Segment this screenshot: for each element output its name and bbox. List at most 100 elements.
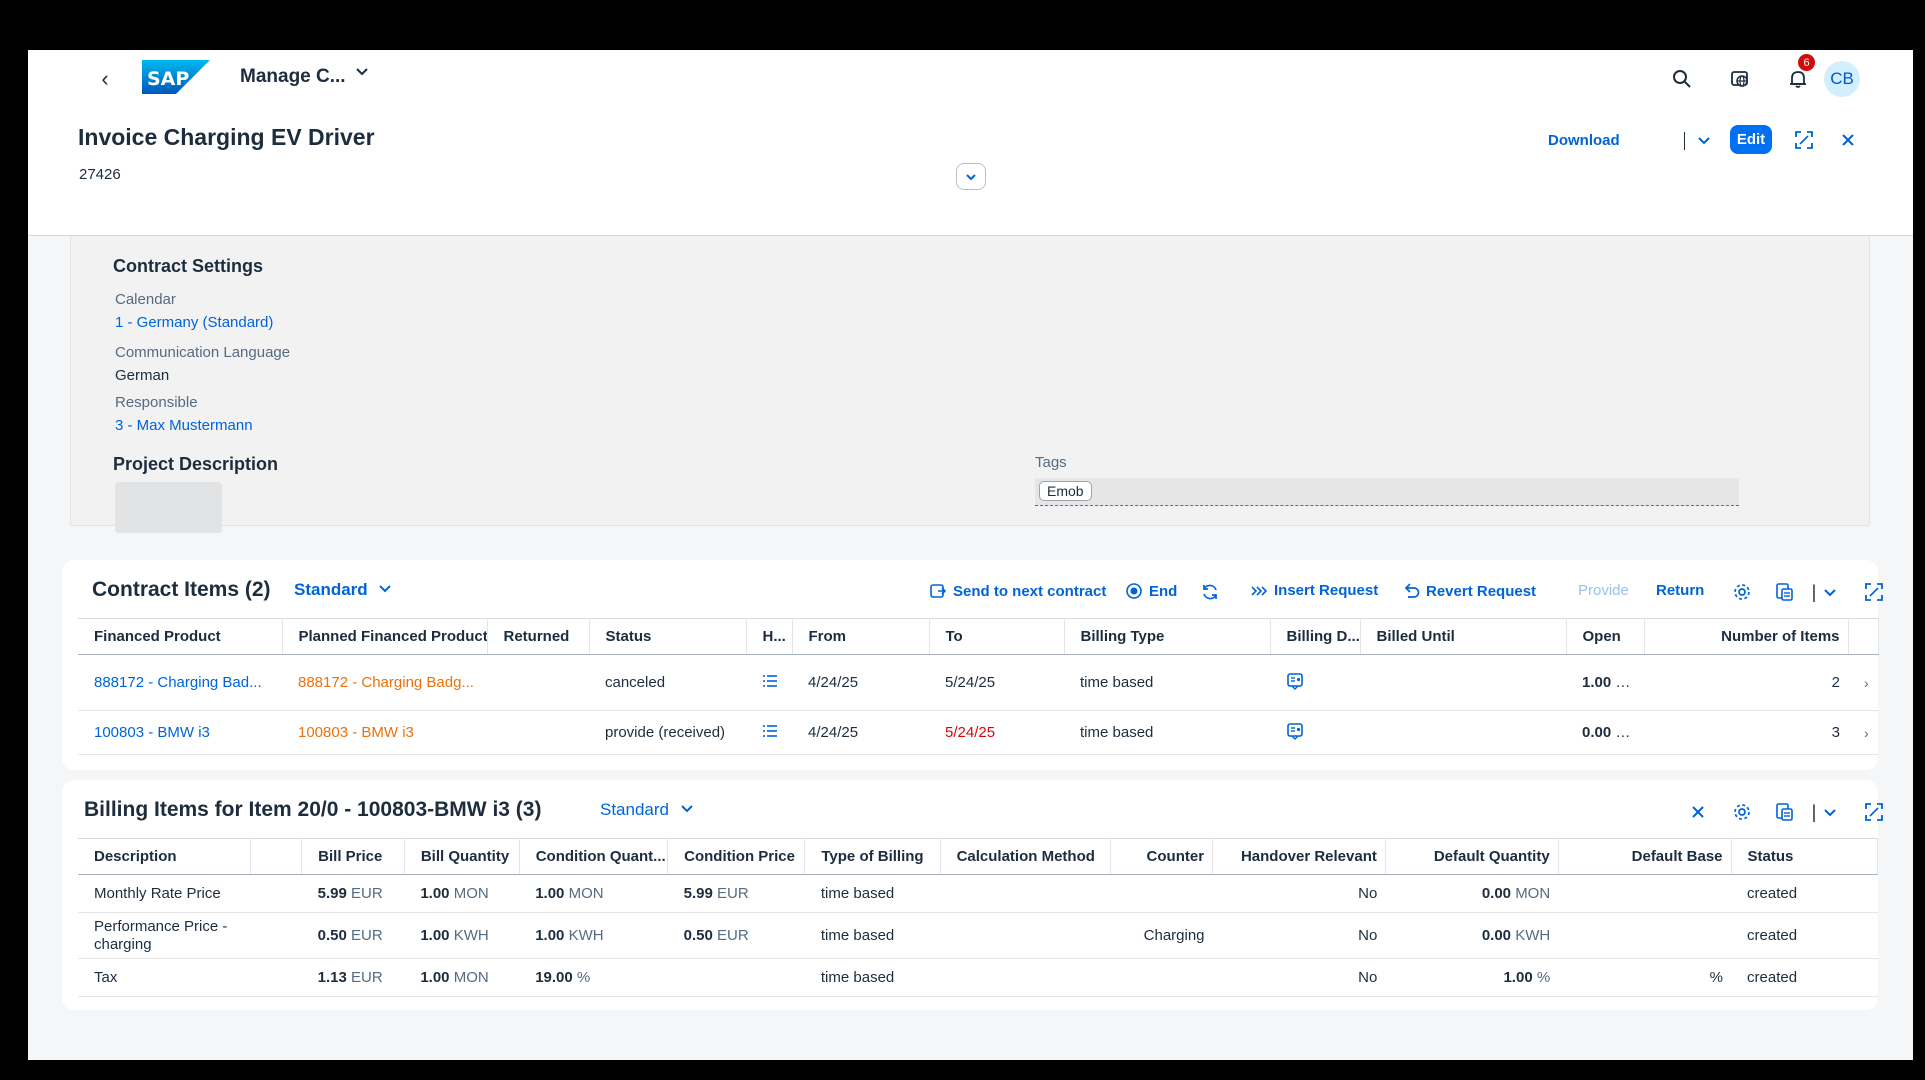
tag-token[interactable]: Emob bbox=[1039, 481, 1092, 501]
default-quantity-unit: % bbox=[1536, 969, 1551, 986]
from-cell: 4/24/25 bbox=[792, 654, 929, 711]
column-header[interactable]: Counter bbox=[1110, 838, 1214, 875]
send-to-next-contract-button[interactable]: Send to next contract bbox=[929, 582, 1106, 600]
column-header[interactable]: Type of Billing bbox=[804, 838, 941, 875]
app-title-chevron-down-icon[interactable] bbox=[355, 64, 369, 83]
app-title[interactable]: Manage C... bbox=[240, 66, 346, 88]
handover-relevant-cell: No bbox=[1212, 874, 1386, 913]
column-header[interactable]: Planned Financed Product bbox=[282, 618, 488, 655]
close-icon[interactable] bbox=[1686, 800, 1710, 824]
header-collapse-button[interactable] bbox=[956, 163, 986, 190]
list-icon[interactable] bbox=[746, 710, 792, 755]
list-icon[interactable] bbox=[746, 654, 792, 711]
chevron-right-icon[interactable]: › bbox=[1848, 710, 1878, 755]
empty-cell bbox=[250, 874, 302, 913]
counter-cell bbox=[1110, 958, 1213, 997]
default-quantity-unit: MON bbox=[1515, 885, 1551, 902]
table-row[interactable]: 100803 - BMW i3 100803 - BMW i3 provide … bbox=[78, 710, 1878, 755]
column-header[interactable]: Default Quantity bbox=[1385, 838, 1559, 875]
table-row[interactable]: Tax 1.13 EUR 1.00 MON 19.00 % time based… bbox=[78, 958, 1878, 997]
language-label: Communication Language bbox=[115, 344, 291, 361]
contract-items-variant-selector[interactable]: Standard bbox=[294, 580, 392, 600]
number-of-items-cell: 2 bbox=[1644, 654, 1848, 711]
chevron-right-icon[interactable]: › bbox=[1848, 654, 1878, 711]
back-icon[interactable]: ‹ bbox=[92, 66, 118, 92]
globe-icon[interactable] bbox=[1726, 65, 1754, 93]
column-header[interactable]: From bbox=[792, 618, 930, 655]
column-header[interactable]: Bill Price bbox=[301, 838, 405, 875]
column-header[interactable]: Financed Product bbox=[78, 618, 283, 655]
return-button[interactable]: Return bbox=[1656, 582, 1704, 599]
send-to-next-contract-label: Send to next contract bbox=[953, 582, 1107, 600]
page-subtitle: 27426 bbox=[79, 166, 121, 183]
billing-items-variant-selector[interactable]: Standard bbox=[600, 800, 694, 820]
refresh-icon[interactable] bbox=[1198, 580, 1222, 604]
status-cell: canceled bbox=[589, 654, 746, 711]
close-icon[interactable] bbox=[1834, 126, 1862, 154]
column-header[interactable]: Calculation Method bbox=[940, 838, 1112, 875]
from-cell: 4/24/25 bbox=[792, 710, 929, 755]
planned-product-link[interactable]: 888172 - Charging Badg... bbox=[282, 654, 487, 711]
insert-request-button[interactable]: Insert Request bbox=[1250, 582, 1378, 599]
calendar-link[interactable]: 1 - Germany (Standard) bbox=[115, 314, 273, 331]
project-description-field[interactable] bbox=[115, 482, 222, 533]
gear-icon[interactable] bbox=[1730, 580, 1754, 604]
export-icon[interactable] bbox=[1772, 580, 1796, 604]
export-icon[interactable] bbox=[1772, 800, 1796, 824]
insert-request-label: Insert Request bbox=[1274, 582, 1379, 599]
column-header[interactable]: Billed Until bbox=[1360, 618, 1567, 655]
column-header[interactable]: Number of Items bbox=[1644, 618, 1849, 655]
open-unit: PC bbox=[1615, 724, 1637, 741]
gear-icon[interactable] bbox=[1730, 800, 1754, 824]
bill-price-value: 5.99 bbox=[317, 885, 347, 902]
end-button[interactable]: End bbox=[1125, 582, 1177, 600]
notification-count-badge: 6 bbox=[1798, 54, 1815, 71]
billing-doc-icon[interactable] bbox=[1270, 710, 1360, 755]
column-header[interactable]: Status bbox=[1731, 838, 1879, 875]
export-menu-chevron-down-icon[interactable] bbox=[1818, 580, 1842, 604]
column-header[interactable]: Default Base bbox=[1558, 838, 1732, 875]
default-base-cell: % bbox=[1558, 958, 1732, 997]
contract-settings-title: Contract Settings bbox=[113, 256, 264, 276]
tags-field[interactable]: Emob bbox=[1035, 478, 1739, 506]
handover-relevant-cell: No bbox=[1212, 912, 1386, 959]
column-header[interactable] bbox=[250, 838, 303, 875]
planned-product-link[interactable]: 100803 - BMW i3 bbox=[282, 710, 487, 755]
column-header[interactable]: Handover Relevant bbox=[1212, 838, 1386, 875]
column-header[interactable]: Billing D... bbox=[1270, 618, 1361, 655]
sap-logo[interactable]: SAP bbox=[142, 60, 210, 94]
financed-product-link[interactable]: 888172 - Charging Bad... bbox=[78, 654, 282, 711]
fullscreen-icon[interactable] bbox=[1790, 126, 1818, 154]
column-header[interactable]: Billing Type bbox=[1064, 618, 1271, 655]
revert-request-button[interactable]: Revert Request bbox=[1402, 582, 1536, 600]
billed-until-cell bbox=[1360, 710, 1566, 755]
column-header[interactable]: H... bbox=[746, 618, 793, 655]
avatar[interactable]: CB bbox=[1824, 61, 1860, 97]
provide-button[interactable]: Provide bbox=[1578, 582, 1629, 599]
edit-button[interactable]: Edit bbox=[1730, 125, 1772, 154]
responsible-link[interactable]: 3 - Max Mustermann bbox=[115, 417, 253, 434]
download-button[interactable]: Download bbox=[1548, 132, 1620, 149]
financed-product-link[interactable]: 100803 - BMW i3 bbox=[78, 710, 282, 755]
table-row[interactable]: 888172 - Charging Bad... 888172 - Chargi… bbox=[78, 654, 1878, 711]
column-header[interactable]: Returned bbox=[487, 618, 590, 655]
billing-doc-icon[interactable] bbox=[1270, 654, 1360, 711]
column-header[interactable]: Bill Quantity bbox=[404, 838, 520, 875]
table-row[interactable]: Performance Price - charging 0.50 EUR 1.… bbox=[78, 912, 1878, 959]
column-header[interactable]: Open bbox=[1566, 618, 1645, 655]
download-menu-chevron-down-icon[interactable] bbox=[1690, 126, 1718, 154]
bill-quantity-value: 1.00 bbox=[420, 927, 450, 944]
column-header[interactable]: To bbox=[929, 618, 1065, 655]
export-menu-chevron-down-icon[interactable] bbox=[1818, 800, 1842, 824]
returned-cell bbox=[487, 654, 589, 711]
column-header[interactable]: Condition Quant... bbox=[519, 838, 669, 875]
table-row[interactable]: Monthly Rate Price 5.99 EUR 1.00 MON 1.0… bbox=[78, 874, 1878, 913]
column-header[interactable]: Description bbox=[78, 838, 252, 875]
search-icon[interactable] bbox=[1668, 65, 1696, 93]
fullscreen-icon[interactable] bbox=[1862, 580, 1886, 604]
calendar-label: Calendar bbox=[115, 291, 176, 308]
fullscreen-icon[interactable] bbox=[1862, 800, 1886, 824]
open-cell: 0.00 PC bbox=[1566, 710, 1644, 755]
column-header[interactable]: Status bbox=[589, 618, 747, 655]
column-header[interactable]: Condition Price bbox=[667, 838, 806, 875]
